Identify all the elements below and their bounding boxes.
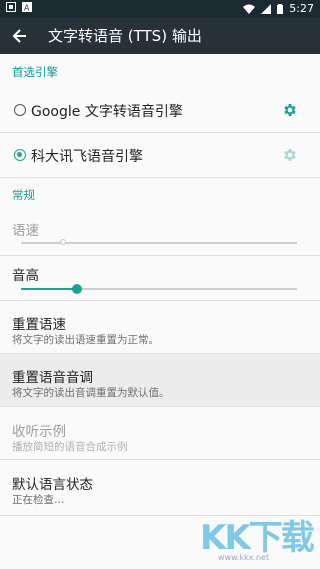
section-header-general: 常规 xyxy=(12,188,35,202)
engine-row-iflytek[interactable]: 科大讯飞语音引擎 xyxy=(0,133,320,177)
divider xyxy=(0,255,320,256)
default-language-status-summary: 正在检查… xyxy=(12,494,65,506)
speech-rate-label: 语速 xyxy=(12,223,39,239)
back-arrow-icon[interactable] xyxy=(10,26,30,46)
gear-icon xyxy=(284,149,296,161)
reset-speech-rate-summary: 将文字的读出语速重置为正常。 xyxy=(12,334,159,346)
divider xyxy=(0,177,320,178)
listen-example-summary: 播放简短的语音合成示例 xyxy=(12,441,128,453)
pitch-slider-fill xyxy=(21,288,76,290)
status-time: 5:27 xyxy=(289,2,314,15)
status-bar: A 5:27 xyxy=(0,0,320,18)
reset-speech-rate-title: 重置语速 xyxy=(12,317,66,333)
listen-example-title: 收听示例 xyxy=(12,424,66,440)
section-header-preferred-engine: 首选引擎 xyxy=(12,65,58,79)
wifi-icon xyxy=(243,4,256,14)
page-title: 文字转语音 (TTS) 输出 xyxy=(48,27,202,45)
reset-pitch-summary: 将文字的读出音调重置为默认值。 xyxy=(12,387,170,399)
listen-example-item: 收听示例 播放简短的语音合成示例 xyxy=(0,407,320,459)
pitch-label: 音高 xyxy=(12,268,39,284)
speech-rate-slider-thumb xyxy=(60,239,66,245)
app-notification-icon xyxy=(6,2,16,12)
engine-radio-google[interactable] xyxy=(14,104,26,116)
text-notification-icon: A xyxy=(22,2,32,12)
pitch-slider-thumb[interactable] xyxy=(72,284,82,294)
engine-label-iflytek: 科大讯飞语音引擎 xyxy=(31,149,143,165)
gear-icon[interactable] xyxy=(282,102,298,118)
watermark-logo: KK下载 xyxy=(200,518,315,558)
cell-signal-icon xyxy=(261,3,272,14)
default-language-status-title: 默认语言状态 xyxy=(12,477,93,493)
app-bar: 文字转语音 (TTS) 输出 xyxy=(0,18,320,54)
svg-text:A: A xyxy=(24,4,30,13)
engine-label-google: Google 文字转语音引擎 xyxy=(31,104,183,120)
reset-pitch-title: 重置语音音调 xyxy=(12,370,93,386)
default-language-status-item[interactable]: 默认语言状态 正在检查… xyxy=(0,460,320,512)
battery-icon xyxy=(277,3,284,14)
engine-row-google[interactable]: Google 文字转语音引擎 xyxy=(0,88,320,132)
reset-speech-rate-item[interactable]: 重置语速 将文字的读出语速重置为正常。 xyxy=(0,301,320,353)
reset-pitch-item[interactable]: 重置语音音调 将文字的读出音调重置为默认值。 xyxy=(0,354,320,406)
watermark-url: www.kkx.net xyxy=(218,553,270,562)
engine-radio-iflytek[interactable] xyxy=(14,149,26,161)
